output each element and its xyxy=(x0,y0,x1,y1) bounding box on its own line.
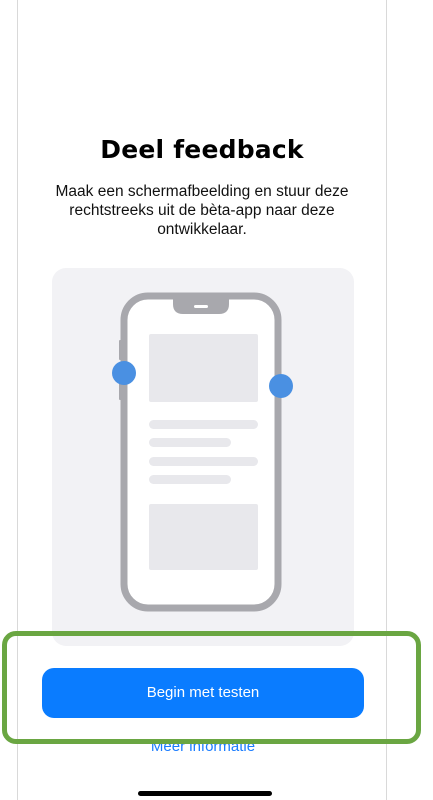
more-info-link[interactable]: Meer informatie xyxy=(42,738,364,756)
start-testing-button[interactable]: Begin met testen xyxy=(42,668,364,718)
placeholder-line xyxy=(149,438,231,447)
phone-side-button xyxy=(119,340,122,360)
placeholder-line xyxy=(149,420,258,429)
side-button-dot-right xyxy=(269,374,293,398)
illustration-card xyxy=(52,268,354,646)
page-title: Deel feedback xyxy=(100,135,304,164)
phone-screenshot-illustration-icon xyxy=(112,292,293,612)
phone-speaker xyxy=(194,305,208,308)
action-area: Begin met testen Meer informatie xyxy=(0,628,433,755)
placeholder-image-top xyxy=(149,334,258,402)
side-button-dot-left xyxy=(112,361,136,385)
home-indicator[interactable] xyxy=(138,791,272,796)
placeholder-line xyxy=(149,457,258,466)
placeholder-image-bottom xyxy=(149,504,258,570)
placeholder-line xyxy=(149,475,231,484)
description: Maak een schermafbeelding en stuur deze … xyxy=(55,183,349,238)
screen: Deel feedback Maak een schermafbeelding … xyxy=(0,0,433,800)
